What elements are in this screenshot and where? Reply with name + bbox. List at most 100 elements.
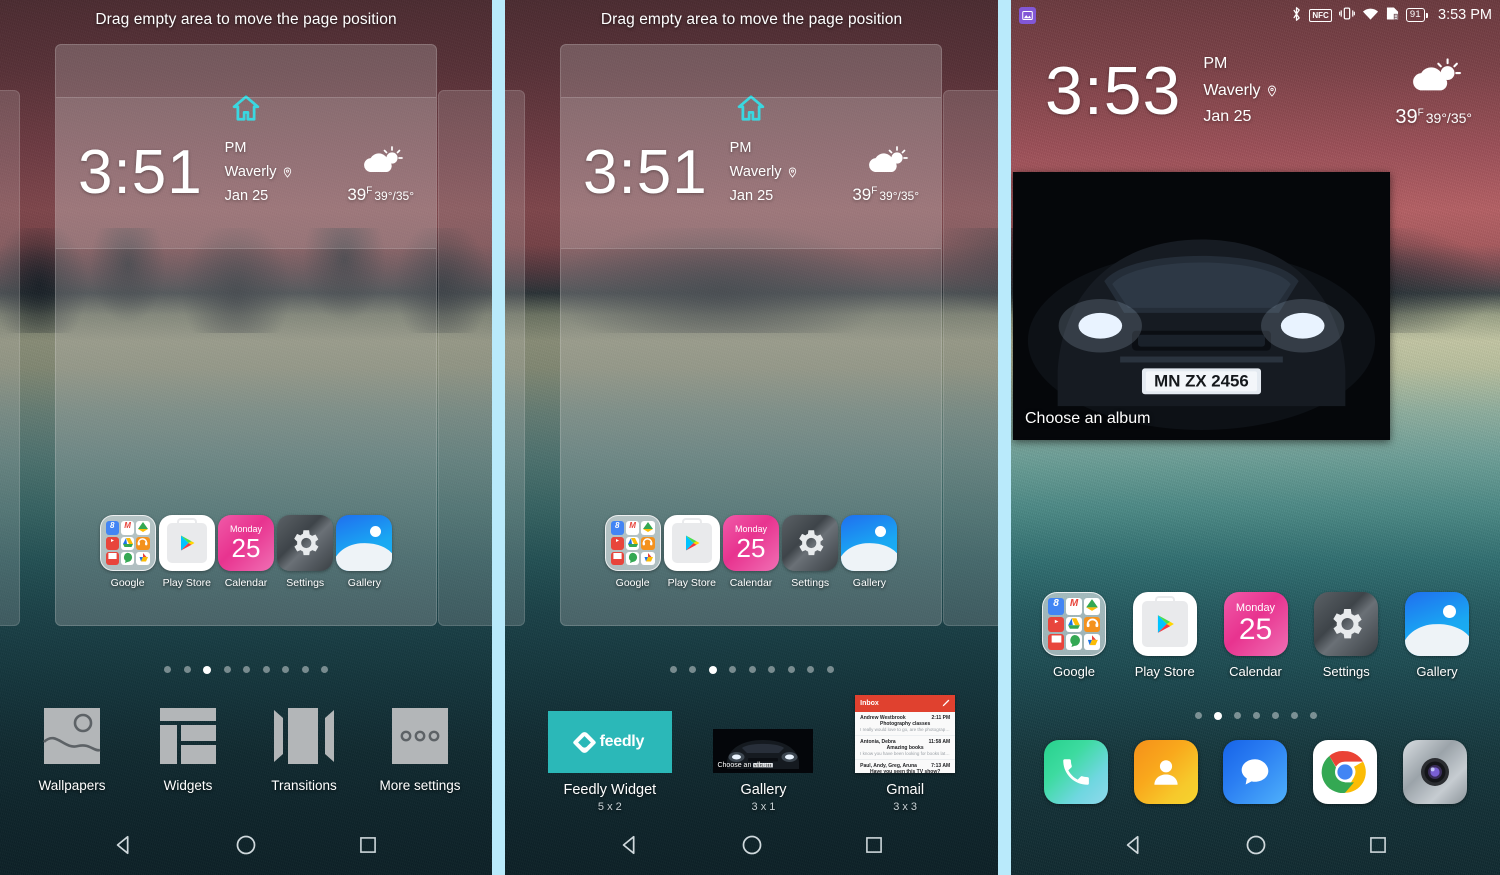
app-google[interactable]: 8M Google bbox=[603, 515, 662, 589]
messages-icon[interactable] bbox=[1223, 740, 1288, 804]
app-google[interactable]: 8M Google bbox=[1033, 592, 1115, 679]
app-play-store[interactable]: Play Store bbox=[157, 515, 216, 589]
page-dot[interactable] bbox=[1194, 712, 1202, 719]
app-gallery[interactable]: Gallery bbox=[1396, 592, 1478, 679]
tool-wallpapers[interactable]: Wallpapers bbox=[24, 706, 120, 793]
status-bar: NFC 91 3:53 PM bbox=[1011, 0, 1500, 30]
app-play-store[interactable]: Play Store bbox=[1124, 592, 1206, 679]
widgets-icon bbox=[154, 706, 222, 768]
app-calendar[interactable]: Monday 25 Calendar bbox=[721, 515, 780, 589]
page-dot[interactable] bbox=[1290, 712, 1298, 719]
gallery-home-widget[interactable]: MN ZX 2456 Choose an album bbox=[1013, 172, 1390, 440]
widget-gallery[interactable]: MN ZX 2456 Choose an album Gallery 3 x 1 bbox=[713, 729, 814, 813]
clock-location-row: Waverly bbox=[225, 161, 293, 185]
page-dot[interactable] bbox=[1252, 712, 1260, 719]
page-dot[interactable] bbox=[669, 666, 677, 673]
page-dot[interactable] bbox=[183, 666, 191, 673]
back-icon[interactable] bbox=[617, 832, 643, 858]
page-dot[interactable] bbox=[1271, 712, 1279, 719]
clock-meta: PM Waverly Jan 25 bbox=[225, 137, 293, 209]
weather-temps: 39F 39°/35° bbox=[347, 185, 414, 205]
page-indicator-dots[interactable] bbox=[0, 666, 492, 674]
page-dot[interactable] bbox=[301, 666, 309, 673]
widget-feedly[interactable]: feedly Feedly Widget 5 x 2 bbox=[547, 711, 672, 813]
app-gallery[interactable]: Gallery bbox=[840, 515, 899, 589]
home-page-indicator-dots[interactable] bbox=[1011, 712, 1500, 720]
widget-size: 3 x 1 bbox=[751, 801, 776, 813]
weather-block[interactable]: 39F 39°/35° bbox=[347, 142, 414, 205]
calendar-icon: Monday 25 bbox=[218, 515, 274, 571]
recents-icon[interactable] bbox=[861, 832, 887, 858]
home-clock-weather-widget[interactable]: 3:53 PM Waverly Jan 25 39F 39°/35° bbox=[1011, 36, 1500, 146]
page-dot[interactable] bbox=[708, 666, 717, 674]
play-store-icon bbox=[1132, 592, 1197, 656]
home-icon[interactable] bbox=[1243, 832, 1269, 858]
camera-icon[interactable] bbox=[1403, 740, 1468, 804]
tool-more-settings[interactable]: More settings bbox=[372, 706, 468, 793]
current-page-card[interactable]: 3:51 PM Waverly Jan 25 39F 39°/35° 8 M G… bbox=[55, 44, 437, 626]
clock-weather-widget-2[interactable]: 3:51 PM Waverly Jan 25 39F 39°/35° bbox=[561, 97, 941, 249]
page-dot[interactable] bbox=[262, 666, 270, 673]
app-calendar[interactable]: Monday 25 Calendar bbox=[1215, 592, 1297, 679]
clock-location-row: Waverly bbox=[730, 161, 798, 185]
widget-size: 3 x 3 bbox=[893, 801, 918, 813]
app-label: Calendar bbox=[729, 577, 773, 589]
app-label: Settings bbox=[286, 577, 325, 589]
page-indicator-dots-2[interactable] bbox=[505, 666, 998, 674]
back-icon[interactable] bbox=[1121, 832, 1147, 858]
page-dot[interactable] bbox=[1233, 712, 1241, 719]
contacts-icon[interactable] bbox=[1133, 740, 1198, 804]
page-dot[interactable] bbox=[223, 666, 231, 673]
page-preview-left[interactable] bbox=[0, 90, 20, 626]
app-google[interactable]: 8M Google bbox=[98, 515, 157, 589]
app-label: Calendar bbox=[1229, 664, 1282, 679]
recents-icon[interactable] bbox=[1365, 832, 1391, 858]
page-dot[interactable] bbox=[321, 666, 328, 673]
tool-widgets[interactable]: Widgets bbox=[140, 706, 236, 793]
page-dot[interactable] bbox=[282, 666, 289, 673]
page-dot[interactable] bbox=[826, 666, 834, 673]
page-dot[interactable] bbox=[689, 666, 696, 673]
back-icon[interactable] bbox=[111, 832, 137, 858]
page-dot[interactable] bbox=[807, 666, 814, 673]
app-label: Google bbox=[1053, 664, 1095, 679]
app-calendar[interactable]: Monday 25 Calendar bbox=[216, 515, 275, 589]
page-card-icon-row: 8M Google Play Store Monday 25 Calendar … bbox=[56, 515, 436, 589]
clock-meta: PM Waverly Jan 25 bbox=[730, 137, 798, 209]
page-preview-right-2[interactable] bbox=[943, 90, 998, 626]
photo-app-icon[interactable] bbox=[1019, 6, 1036, 24]
phone-icon[interactable] bbox=[1043, 740, 1108, 804]
page-dot[interactable] bbox=[243, 666, 250, 673]
recents-icon[interactable] bbox=[355, 832, 381, 858]
app-settings[interactable]: Settings bbox=[781, 515, 840, 589]
app-gallery[interactable]: Gallery bbox=[335, 515, 394, 589]
home-icon[interactable] bbox=[233, 832, 259, 858]
navigation-bar-panel2 bbox=[505, 821, 998, 869]
page-preview-left-2[interactable] bbox=[505, 90, 525, 626]
clock-weather-widget[interactable]: 3:51 PM Waverly Jan 25 39F 39°/35° bbox=[56, 97, 436, 249]
navigation-bar-panel3 bbox=[1011, 821, 1500, 869]
page-dot[interactable] bbox=[787, 666, 795, 673]
status-clock: 3:53 PM bbox=[1438, 7, 1492, 23]
google-folder-icon: 8M bbox=[604, 515, 661, 571]
page-preview-right[interactable] bbox=[438, 90, 492, 626]
weather-block-3[interactable]: 39F 39°/35° bbox=[1395, 53, 1472, 129]
chrome-icon[interactable] bbox=[1313, 740, 1378, 804]
page-dot[interactable] bbox=[203, 666, 211, 674]
page-dot[interactable] bbox=[729, 666, 736, 673]
widget-gmail[interactable]: Inbox Andrew Westbrook 2:11 PM Photograph… bbox=[855, 695, 956, 813]
page-dot[interactable] bbox=[164, 666, 171, 673]
tool-transitions[interactable]: Transitions bbox=[256, 706, 352, 793]
page-dot[interactable] bbox=[1309, 712, 1317, 719]
weather-block-2[interactable]: 39F 39°/35° bbox=[852, 142, 919, 205]
current-page-card-2[interactable]: 3:51 PM Waverly Jan 25 39F 39°/35° 8 M G… bbox=[560, 44, 942, 626]
app-play-store[interactable]: Play Store bbox=[662, 515, 721, 589]
app-settings[interactable]: Settings bbox=[276, 515, 335, 589]
page-dot[interactable] bbox=[768, 666, 775, 673]
home-icon[interactable] bbox=[739, 832, 765, 858]
home-icon-row: 8M Google Play Store Monday 25 Calendar … bbox=[1011, 592, 1500, 679]
app-settings[interactable]: Settings bbox=[1305, 592, 1387, 679]
battery-indicator: 91 bbox=[1405, 8, 1428, 22]
page-dot[interactable] bbox=[1213, 712, 1222, 720]
page-dot[interactable] bbox=[748, 666, 756, 673]
